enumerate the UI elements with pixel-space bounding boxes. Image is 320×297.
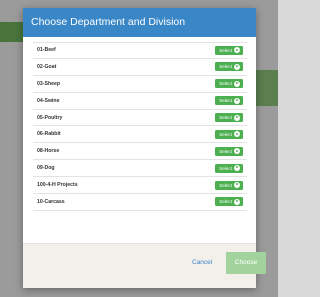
select-button[interactable]: Select — [215, 129, 243, 139]
department-label: 06-Rabbit — [37, 131, 61, 138]
cancel-button[interactable]: Cancel — [192, 259, 212, 266]
select-button[interactable]: Select — [215, 113, 243, 122]
arrow-right-circle-icon — [234, 148, 240, 155]
list-item: 05-Poultry Select — [33, 110, 247, 127]
list-item: 100-4-H Projects Select — [33, 177, 247, 195]
select-button[interactable]: Select — [215, 180, 243, 190]
department-label: 04-Swine — [37, 97, 60, 104]
arrow-right-circle-icon — [234, 80, 240, 87]
modal-footer: Cancel Choose — [23, 243, 266, 288]
department-label: 08-Horse — [37, 148, 60, 155]
arrow-right-circle-icon — [234, 63, 240, 70]
department-list: 01-Beef Select 02-Goat Select 03-Sheep S… — [33, 42, 247, 211]
select-button[interactable]: Select — [215, 96, 243, 106]
list-item: 06-Rabbit Select — [33, 126, 247, 144]
department-label: 10-Carcass — [37, 198, 65, 205]
list-item: 03-Sheep Select — [33, 76, 247, 93]
list-item: 09-Dog Select — [33, 160, 247, 178]
arrow-right-circle-icon — [234, 165, 240, 172]
list-item: 01-Beef Select — [33, 42, 247, 59]
list-item: 10-Carcass Select — [33, 194, 247, 211]
arrow-right-circle-icon — [234, 97, 240, 104]
select-button[interactable]: Select — [215, 45, 243, 55]
arrow-right-circle-icon — [234, 198, 240, 205]
modal-header: Choose Department and Division — [23, 8, 256, 37]
department-label: 100-4-H Projects — [37, 182, 78, 189]
department-label: 05-Poultry — [37, 114, 63, 121]
select-button[interactable]: Select — [215, 197, 243, 207]
list-item: 02-Goat Select — [33, 59, 247, 76]
select-button[interactable]: Select — [215, 146, 243, 156]
arrow-right-circle-icon — [234, 182, 240, 189]
select-button[interactable]: Select — [215, 62, 243, 72]
arrow-right-circle-icon — [234, 47, 240, 54]
department-label: 02-Goat — [37, 63, 57, 70]
list-item: 04-Swine Select — [33, 93, 247, 110]
choose-button[interactable]: Choose — [226, 252, 266, 274]
department-label: 03-Sheep — [37, 80, 61, 87]
department-label: 09-Dog — [37, 165, 55, 172]
department-division-modal: Choose Department and Division 01-Beef S… — [23, 8, 266, 288]
modal-title: Choose Department and Division — [31, 16, 186, 28]
department-label: 01-Beef — [37, 47, 56, 54]
select-button[interactable]: Select — [215, 163, 243, 173]
select-button[interactable]: Select — [215, 79, 243, 89]
arrow-right-circle-icon — [234, 114, 240, 121]
arrow-right-circle-icon — [234, 131, 240, 138]
list-item: 08-Horse Select — [33, 143, 247, 161]
